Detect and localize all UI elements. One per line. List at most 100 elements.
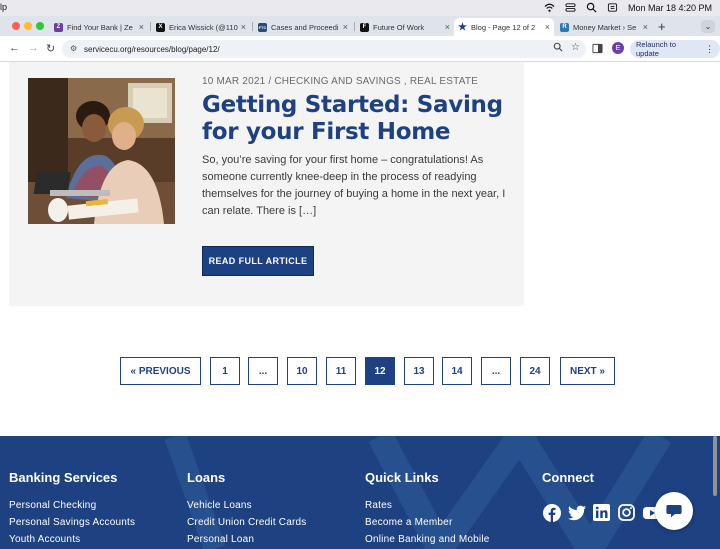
footer-link[interactable]: Online Banking and Mobile — [365, 531, 490, 548]
tab-divider — [150, 22, 151, 31]
site-footer: Banking Services Personal Checking Perso… — [0, 436, 720, 549]
forward-arrow-icon[interactable]: → — [28, 42, 39, 54]
facebook-icon[interactable] — [542, 503, 561, 522]
close-tab-icon[interactable]: × — [343, 22, 348, 32]
tab-future-of-work[interactable]: F Future Of Work × — [356, 18, 454, 36]
tab-label: Find Your Bank | Ze — [67, 22, 133, 32]
tab-find-your-bank[interactable]: Z Find Your Bank | Ze × — [50, 18, 148, 36]
page-link[interactable]: 13 — [404, 357, 434, 385]
footer-link[interactable]: Credit Union Credit Cards — [187, 514, 307, 531]
close-tab-icon[interactable]: × — [445, 22, 450, 32]
tab-strip: Z Find Your Bank | Ze × X Erica Wissick … — [0, 16, 720, 36]
footer-link[interactable]: Personal Savings Accounts — [9, 514, 135, 531]
meta-separator: / — [268, 76, 272, 87]
page-scrollbar[interactable] — [713, 436, 717, 496]
close-tab-icon[interactable]: × — [139, 22, 144, 32]
search-icon[interactable] — [586, 2, 597, 13]
tab-favicon: X — [156, 22, 165, 32]
os-menubar: lp Mon Mar 18 4:20 PM — [0, 0, 720, 16]
close-tab-icon[interactable]: × — [545, 22, 550, 32]
tab-divider — [252, 22, 253, 31]
blog-post-card: 10 MAR 2021 / CHECKING AND SAVINGS , REA… — [9, 62, 524, 306]
relaunch-label: Relaunch to update — [636, 40, 677, 58]
clock[interactable]: Mon Mar 18 4:20 PM — [628, 3, 712, 13]
app-name: lp — [0, 2, 8, 12]
relaunch-button[interactable]: Relaunch to update ⋮ — [630, 40, 720, 58]
browser-toolbar: ← → ↻ ⚙ servicecu.org/resources/blog/pag… — [0, 36, 720, 62]
chat-bubble-icon — [666, 505, 682, 518]
footer-link[interactable]: Youth Accounts — [9, 531, 135, 548]
tab-favicon: FTC — [258, 22, 267, 32]
page-link[interactable]: 14 — [442, 357, 472, 385]
bookmark-star-icon[interactable]: ☆ — [571, 42, 580, 53]
article-categories[interactable]: CHECKING AND SAVINGS , REAL ESTATE — [274, 76, 478, 87]
site-info-icon[interactable]: ⚙ — [70, 44, 77, 53]
user-switch-icon[interactable] — [607, 2, 618, 13]
chat-widget-button[interactable] — [655, 492, 693, 530]
tab-label: Future Of Work — [373, 22, 425, 32]
page-link[interactable]: 11 — [326, 357, 356, 385]
article-title[interactable]: Getting Started: Saving for your First H… — [202, 92, 512, 146]
tab-favicon: F — [360, 22, 369, 32]
tab-favicon: R — [560, 22, 569, 32]
profile-avatar[interactable]: E — [612, 42, 624, 54]
address-bar[interactable]: ⚙ servicecu.org/resources/blog/page/12/ … — [62, 40, 586, 58]
article-photo[interactable] — [28, 78, 175, 224]
more-menu-icon[interactable]: ⋮ — [705, 44, 714, 55]
tab-label: Cases and Proceedi — [271, 22, 339, 32]
previous-page-button[interactable]: « PREVIOUS — [120, 357, 201, 385]
footer-col-quick-links: Quick Links Rates Become a Member Online… — [365, 470, 490, 548]
page-link[interactable]: 1 — [210, 357, 240, 385]
tab-cases-and-proceedings[interactable]: FTC Cases and Proceedi × — [254, 18, 352, 36]
instagram-icon[interactable] — [617, 503, 636, 522]
footer-link[interactable]: Personal Loan — [187, 531, 307, 548]
footer-heading: Banking Services — [9, 470, 118, 485]
current-page: 12 — [365, 357, 395, 385]
couple-laptop-image — [28, 78, 175, 224]
zoom-icon[interactable] — [553, 42, 563, 52]
tab-search-chevron-icon[interactable]: ⌄ — [701, 20, 715, 33]
tab-favicon: Z — [54, 22, 63, 32]
footer-col-connect: Connect — [542, 470, 594, 497]
zoom-window-button[interactable] — [36, 22, 44, 30]
close-window-button[interactable] — [12, 22, 20, 30]
footer-link[interactable]: Personal Checking — [9, 497, 135, 514]
footer-link[interactable]: Become a Member — [365, 514, 490, 531]
control-center-icon[interactable] — [565, 2, 576, 13]
footer-link[interactable]: Vehicle Loans — [187, 497, 307, 514]
back-arrow-icon[interactable]: ← — [9, 42, 20, 54]
url-text[interactable]: servicecu.org/resources/blog/page/12/ — [84, 45, 220, 54]
read-full-article-button[interactable]: READ FULL ARTICLE — [202, 246, 314, 276]
page-content: 10 MAR 2021 / CHECKING AND SAVINGS , REA… — [0, 62, 720, 549]
tab-label: Blog - Page 12 of 2 — [471, 22, 536, 32]
tab-divider — [354, 22, 355, 31]
article-meta: 10 MAR 2021 / CHECKING AND SAVINGS , REA… — [202, 76, 478, 87]
footer-heading: Loans — [187, 470, 226, 485]
tab-erica-wissick[interactable]: X Erica Wissick (@110 × — [152, 18, 250, 36]
footer-link[interactable]: Rates — [365, 497, 490, 514]
close-tab-icon[interactable]: × — [643, 22, 648, 32]
twitter-icon[interactable] — [567, 503, 586, 522]
social-links — [542, 503, 661, 522]
footer-col-loans: Loans Vehicle Loans Credit Union Credit … — [187, 470, 307, 548]
page-link[interactable]: 24 — [520, 357, 550, 385]
tab-label: Money Market › Se — [573, 22, 637, 32]
article-excerpt: So, you’re saving for your first home – … — [202, 154, 506, 217]
minimize-window-button[interactable] — [24, 22, 32, 30]
sidebar-panel-icon[interactable] — [592, 43, 603, 54]
reload-icon[interactable]: ↻ — [46, 42, 55, 55]
tab-label: Erica Wissick (@110 — [169, 22, 238, 32]
close-tab-icon[interactable]: × — [241, 22, 246, 32]
tab-blog-active[interactable]: ★ Blog - Page 12 of 2 × — [454, 18, 554, 36]
article-date: 10 MAR 2021 — [202, 76, 266, 87]
new-tab-button[interactable]: + — [658, 19, 666, 34]
footer-col-banking: Banking Services Personal Checking Perso… — [9, 470, 135, 548]
linkedin-icon[interactable] — [592, 503, 611, 522]
tab-favicon: ★ — [458, 21, 467, 33]
footer-heading: Connect — [542, 470, 594, 485]
page-ellipsis: ... — [481, 357, 511, 385]
next-page-button[interactable]: NEXT » — [560, 357, 615, 385]
wifi-icon[interactable] — [544, 2, 555, 13]
tab-money-market[interactable]: R Money Market › Se × — [556, 18, 652, 36]
page-link[interactable]: 10 — [287, 357, 317, 385]
